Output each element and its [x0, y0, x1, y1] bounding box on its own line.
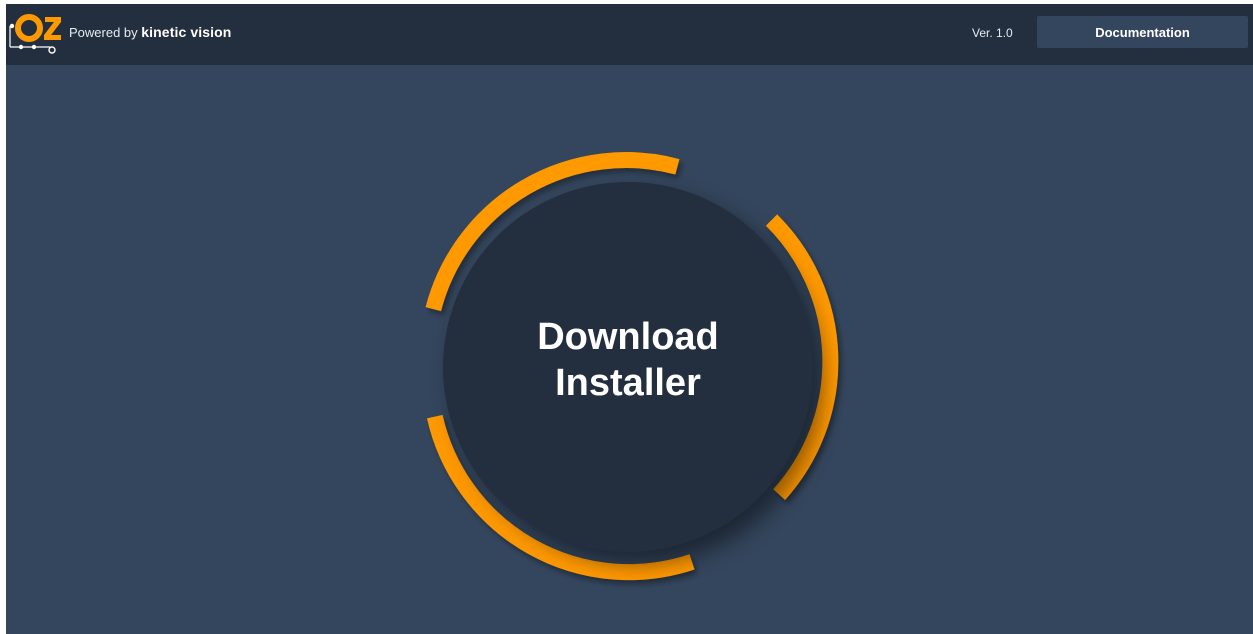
download-label-line1: Download [537, 316, 719, 358]
download-label-line2: Installer [555, 362, 701, 404]
oz-logo-icon [9, 14, 61, 54]
app-frame: Powered by kinetic vision Ver. 1.0 Docum… [6, 4, 1253, 634]
powered-by-text: Powered by kinetic vision [69, 24, 231, 40]
download-installer-button[interactable]: Download Installer [443, 182, 813, 552]
download-installer-label: Download Installer [537, 314, 719, 406]
documentation-button[interactable]: Documentation [1037, 16, 1248, 48]
brand-name: kinetic vision [141, 24, 232, 40]
top-bar: Powered by kinetic vision Ver. 1.0 Docum… [6, 4, 1253, 65]
powered-prefix: Powered by [69, 25, 138, 40]
version-label: Ver. 1.0 [972, 26, 1013, 40]
